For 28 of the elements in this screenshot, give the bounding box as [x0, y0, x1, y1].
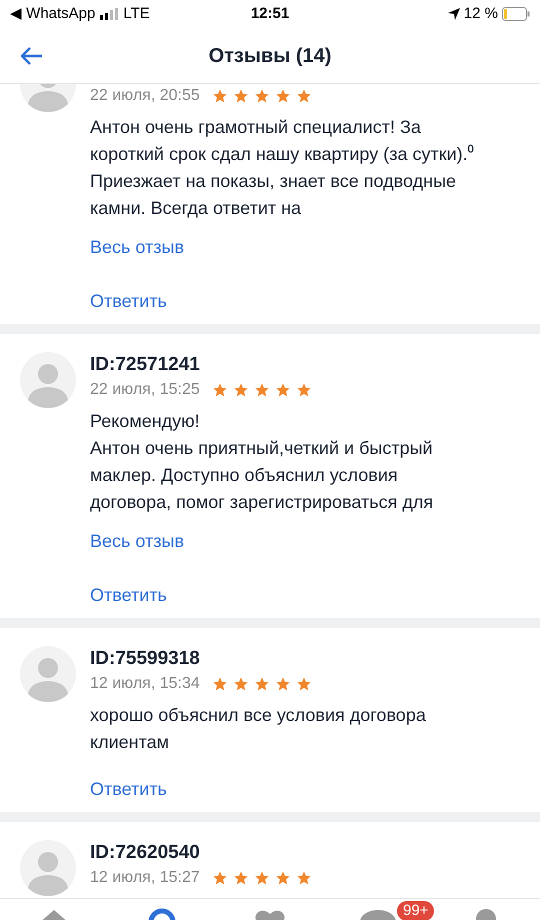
reply-link[interactable]: Ответить [90, 582, 167, 608]
reviewer-id: ID:72571241 [90, 353, 201, 377]
signal-icon [100, 8, 118, 20]
read-more-link[interactable]: Весь отзыв [90, 234, 184, 260]
review-date: 12 июля, 15:34 [90, 674, 200, 694]
battery-icon [502, 7, 530, 21]
clock: 12:51 [250, 4, 290, 24]
reviewer-id: ID:75599318 [90, 647, 201, 671]
review-text: хорошо объяснил все условия договора клиентам [90, 704, 427, 754]
avatar-icon [20, 840, 76, 896]
review-text: Рекомендую! Антон очень приятный,четкий и быстрый маклер. Доступно объяснил условия договора, помог зарегистрироваться для [90, 410, 434, 514]
avatar-icon [20, 352, 76, 408]
back-to-app-label[interactable]: ◀ WhatsApp [10, 2, 96, 26]
review-date: 12 июля, 15:27 [90, 868, 200, 888]
back-arrow-icon[interactable] [21, 46, 43, 64]
network-label: LTE [123, 4, 150, 24]
review-date: 22 июля, 15:25 [90, 380, 200, 400]
read-more-link[interactable]: Весь отзыв [90, 528, 184, 554]
page-title: Отзывы (14) [208, 44, 332, 68]
review-text: Антон очень грамотный специалист! За короткий срок сдал нашу квартиру (за сутки).⁰ Приезжает на показы, знает все подводные камни. Всегда ответит на [90, 116, 475, 220]
avatar-icon [20, 646, 76, 702]
notification-badge: 99+ [397, 901, 434, 920]
reviewer-id: ID:72620540 [90, 841, 201, 865]
battery-percent: 12 % [464, 4, 498, 24]
review-date: 22 июля, 20:55 [90, 86, 200, 106]
location-arrow-icon [448, 8, 460, 20]
reply-link[interactable]: Ответить [90, 776, 167, 802]
reply-link[interactable]: Ответить [90, 288, 167, 314]
